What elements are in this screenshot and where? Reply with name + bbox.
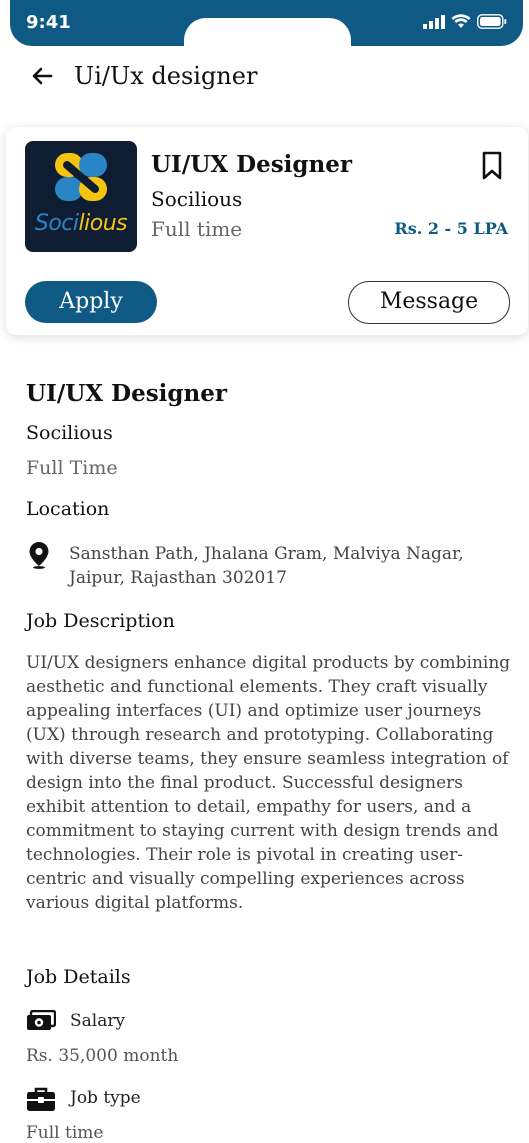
logo-wordmark: Socilious — [25, 211, 137, 236]
address: Sansthan Path, Jhalana Gram, Malviya Nag… — [69, 544, 464, 588]
card-job-title: UI/UX Designer — [151, 151, 352, 178]
money-icon — [27, 1010, 56, 1030]
back-arrow-icon[interactable] — [30, 64, 54, 88]
status-time: 9:41 — [26, 12, 71, 33]
location-heading: Location — [26, 498, 110, 520]
briefcase-icon — [27, 1087, 55, 1111]
job-title: UI/UX Designer — [26, 380, 227, 407]
notch — [184, 18, 351, 58]
bookmark-icon[interactable] — [480, 151, 504, 181]
job-description-heading: Job Description — [26, 610, 175, 632]
wifi-icon — [451, 14, 471, 28]
job-type-label: Job type — [70, 1088, 141, 1108]
logo-mark-icon — [55, 153, 107, 201]
location-pin-icon — [29, 542, 49, 569]
page-title: Ui/Ux designer — [74, 62, 258, 90]
job-description-text: UI/UX designers enhance digital products… — [26, 653, 511, 913]
signal-icon — [423, 14, 445, 29]
job-type-value: Full time — [26, 1123, 104, 1143]
apply-button[interactable]: Apply — [25, 281, 157, 323]
battery-icon — [477, 14, 507, 29]
logo-text-b: lious — [78, 211, 128, 236]
logo-text-a: Soci — [34, 211, 79, 236]
card-company: Socilious — [151, 187, 243, 211]
job-card: Socilious UI/UX Designer Socilious Full … — [6, 127, 528, 335]
job-details-heading: Job Details — [26, 966, 131, 988]
salary-value: Rs. 35,000 month — [26, 1046, 179, 1066]
job-type: Full Time — [26, 457, 118, 479]
message-button[interactable]: Message — [348, 281, 510, 324]
company-name: Socilious — [26, 422, 113, 444]
card-job-type: Full time — [151, 217, 243, 241]
salary-label: Salary — [70, 1011, 126, 1031]
top-bar: Ui/Ux designer — [30, 62, 257, 90]
company-logo: Socilious — [25, 141, 137, 252]
status-icons — [423, 14, 507, 29]
card-salary: Rs. 2 - 5 LPA — [394, 219, 508, 238]
